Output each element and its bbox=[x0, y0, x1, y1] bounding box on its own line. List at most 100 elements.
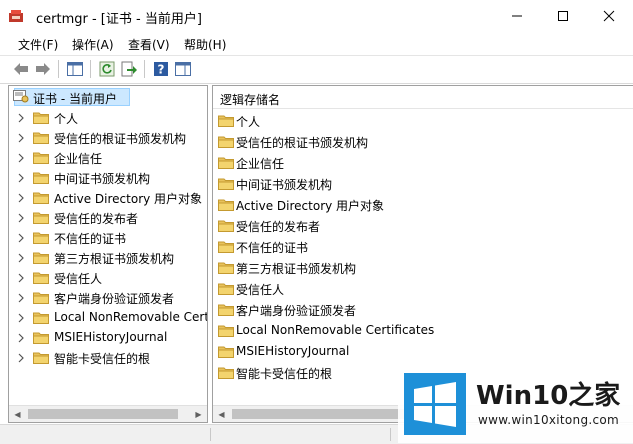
refresh-button[interactable] bbox=[98, 60, 116, 78]
chevron-right-icon[interactable] bbox=[17, 193, 25, 203]
chevron-right-icon[interactable] bbox=[17, 353, 25, 363]
tree-item[interactable]: 不信任的证书 bbox=[9, 228, 207, 248]
chevron-right-icon[interactable] bbox=[17, 153, 25, 163]
tree-item-label: Local NonRemovable Cert bbox=[54, 310, 208, 324]
column-header-logical-store-name[interactable]: 逻辑存储名 bbox=[213, 86, 633, 109]
list-item[interactable]: MSIEHistoryJournal bbox=[213, 342, 633, 362]
scroll-left-arrow[interactable]: ◀ bbox=[9, 406, 26, 422]
chevron-right-icon[interactable] bbox=[17, 233, 25, 243]
chevron-right-icon[interactable] bbox=[17, 253, 25, 263]
maximize-button[interactable] bbox=[540, 0, 586, 32]
chevron-right-icon[interactable] bbox=[17, 133, 25, 143]
action-pane-icon bbox=[175, 62, 191, 76]
menu-help[interactable]: 帮助(H) bbox=[184, 36, 226, 53]
list-item-label: MSIEHistoryJournal bbox=[236, 344, 350, 358]
tree-item[interactable]: 受信任的发布者 bbox=[9, 208, 207, 228]
toolbar: ? bbox=[0, 55, 633, 84]
close-icon bbox=[603, 10, 615, 22]
tree-item-label: 受信任的根证书颁发机构 bbox=[54, 132, 187, 146]
minimize-button[interactable] bbox=[494, 0, 540, 32]
list-item[interactable]: 客户端身份验证颁发者 bbox=[213, 300, 633, 320]
list-item-label: 受信任的根证书颁发机构 bbox=[236, 136, 369, 150]
folder-icon bbox=[33, 132, 49, 144]
chevron-right-icon[interactable] bbox=[17, 313, 25, 323]
status-separator bbox=[390, 428, 391, 441]
console-tree-pane[interactable]: 证书 - 当前用户 个人受信任的根证书颁发机构 企业信任中间证书颁发机构 Activ… bbox=[8, 85, 208, 423]
tree-horizontal-scrollbar[interactable]: ◀ ▶ bbox=[9, 405, 207, 422]
tree-item[interactable]: Active Directory 用户对象 bbox=[9, 188, 207, 208]
toolbar-separator bbox=[144, 60, 145, 78]
scroll-left-arrow[interactable]: ◀ bbox=[213, 406, 230, 422]
column-header-label: 逻辑存储名 bbox=[220, 93, 281, 107]
folder-icon bbox=[33, 172, 49, 184]
folder-icon bbox=[33, 332, 49, 344]
show-hide-action-pane-button[interactable] bbox=[174, 60, 192, 78]
list-item-label: 智能卡受信任的根 bbox=[236, 367, 333, 381]
list-item[interactable]: 不信任的证书 bbox=[213, 237, 633, 257]
folder-icon bbox=[218, 304, 234, 316]
forward-arrow-icon bbox=[36, 63, 50, 75]
chevron-right-icon[interactable] bbox=[17, 273, 25, 283]
help-button[interactable]: ? bbox=[152, 60, 170, 78]
chevron-right-icon[interactable] bbox=[17, 173, 25, 183]
tree-item[interactable]: Local NonRemovable Cert bbox=[9, 308, 208, 328]
menu-view[interactable]: 查看(V) bbox=[128, 36, 170, 53]
tree-item[interactable]: 第三方根证书颁发机构 bbox=[9, 248, 207, 268]
menu-action[interactable]: 操作(A) bbox=[72, 36, 114, 53]
list-item[interactable]: 受信任的发布者 bbox=[213, 216, 633, 236]
folder-icon bbox=[218, 241, 234, 253]
tree-item-label: 客户端身份验证颁发者 bbox=[54, 292, 175, 306]
close-button[interactable] bbox=[586, 0, 632, 32]
list-item-label: 第三方根证书颁发机构 bbox=[236, 262, 357, 276]
tree-item-label: 企业信任 bbox=[54, 152, 103, 166]
console-tree-icon bbox=[67, 62, 83, 76]
list-item[interactable]: Local NonRemovable Certificates bbox=[213, 321, 633, 341]
tree-item[interactable]: 企业信任 bbox=[9, 148, 207, 168]
export-icon bbox=[121, 61, 137, 77]
list-item[interactable]: 受信任人 bbox=[213, 279, 633, 299]
list-item[interactable]: 中间证书颁发机构 bbox=[213, 174, 633, 194]
list-item[interactable]: 第三方根证书颁发机构 bbox=[213, 258, 633, 278]
list-item[interactable]: 企业信任 bbox=[213, 153, 633, 173]
folder-icon bbox=[33, 292, 49, 304]
chevron-right-icon[interactable] bbox=[17, 293, 25, 303]
chevron-right-icon[interactable] bbox=[17, 113, 25, 123]
folder-icon bbox=[33, 112, 49, 124]
certificate-manager-icon bbox=[9, 10, 23, 22]
tree-root-label: 证书 - 当前用户 bbox=[33, 92, 117, 106]
tree-item[interactable]: 智能卡受信任的根 bbox=[9, 348, 207, 368]
chevron-right-icon[interactable] bbox=[17, 333, 25, 343]
folder-icon bbox=[33, 252, 49, 264]
menu-file[interactable]: 文件(F) bbox=[18, 36, 58, 53]
forward-button[interactable] bbox=[34, 60, 52, 78]
tree-item[interactable]: MSIEHistoryJournal bbox=[9, 328, 207, 348]
tree-root-certificates-current-user[interactable]: 证书 - 当前用户 bbox=[9, 88, 207, 108]
list-item-label: 个人 bbox=[236, 115, 261, 129]
tree-item[interactable]: 个人 bbox=[9, 108, 207, 128]
help-icon: ? bbox=[154, 62, 168, 77]
folder-icon bbox=[218, 325, 234, 337]
back-button[interactable] bbox=[12, 60, 30, 78]
tree-item-label: 智能卡受信任的根 bbox=[54, 352, 151, 366]
folder-icon bbox=[33, 232, 49, 244]
tree-item[interactable]: 客户端身份验证颁发者 bbox=[9, 288, 207, 308]
list-item-label: 中间证书颁发机构 bbox=[236, 178, 333, 192]
chevron-right-icon[interactable] bbox=[17, 213, 25, 223]
tree-item-label: MSIEHistoryJournal bbox=[54, 330, 168, 344]
tree-item[interactable]: 受信任人 bbox=[9, 268, 207, 288]
tree-item[interactable]: 中间证书颁发机构 bbox=[9, 168, 207, 188]
show-hide-console-tree-button[interactable] bbox=[66, 60, 84, 78]
scroll-thumb[interactable] bbox=[28, 409, 178, 419]
export-list-button[interactable] bbox=[120, 60, 138, 78]
list-item[interactable]: 受信任的根证书颁发机构 bbox=[213, 132, 633, 152]
folder-icon bbox=[33, 212, 49, 224]
tree-item-label: Active Directory 用户对象 bbox=[54, 192, 203, 206]
minimize-icon bbox=[512, 15, 522, 17]
list-item[interactable]: 个人 bbox=[213, 111, 633, 131]
folder-icon bbox=[218, 367, 234, 379]
list-item[interactable]: Active Directory 用户对象 bbox=[213, 195, 633, 215]
tree-item[interactable]: 受信任的根证书颁发机构 bbox=[9, 128, 207, 148]
scroll-right-arrow[interactable]: ▶ bbox=[190, 406, 207, 422]
back-arrow-icon bbox=[14, 63, 28, 75]
tree-item-label: 受信任的发布者 bbox=[54, 212, 139, 226]
